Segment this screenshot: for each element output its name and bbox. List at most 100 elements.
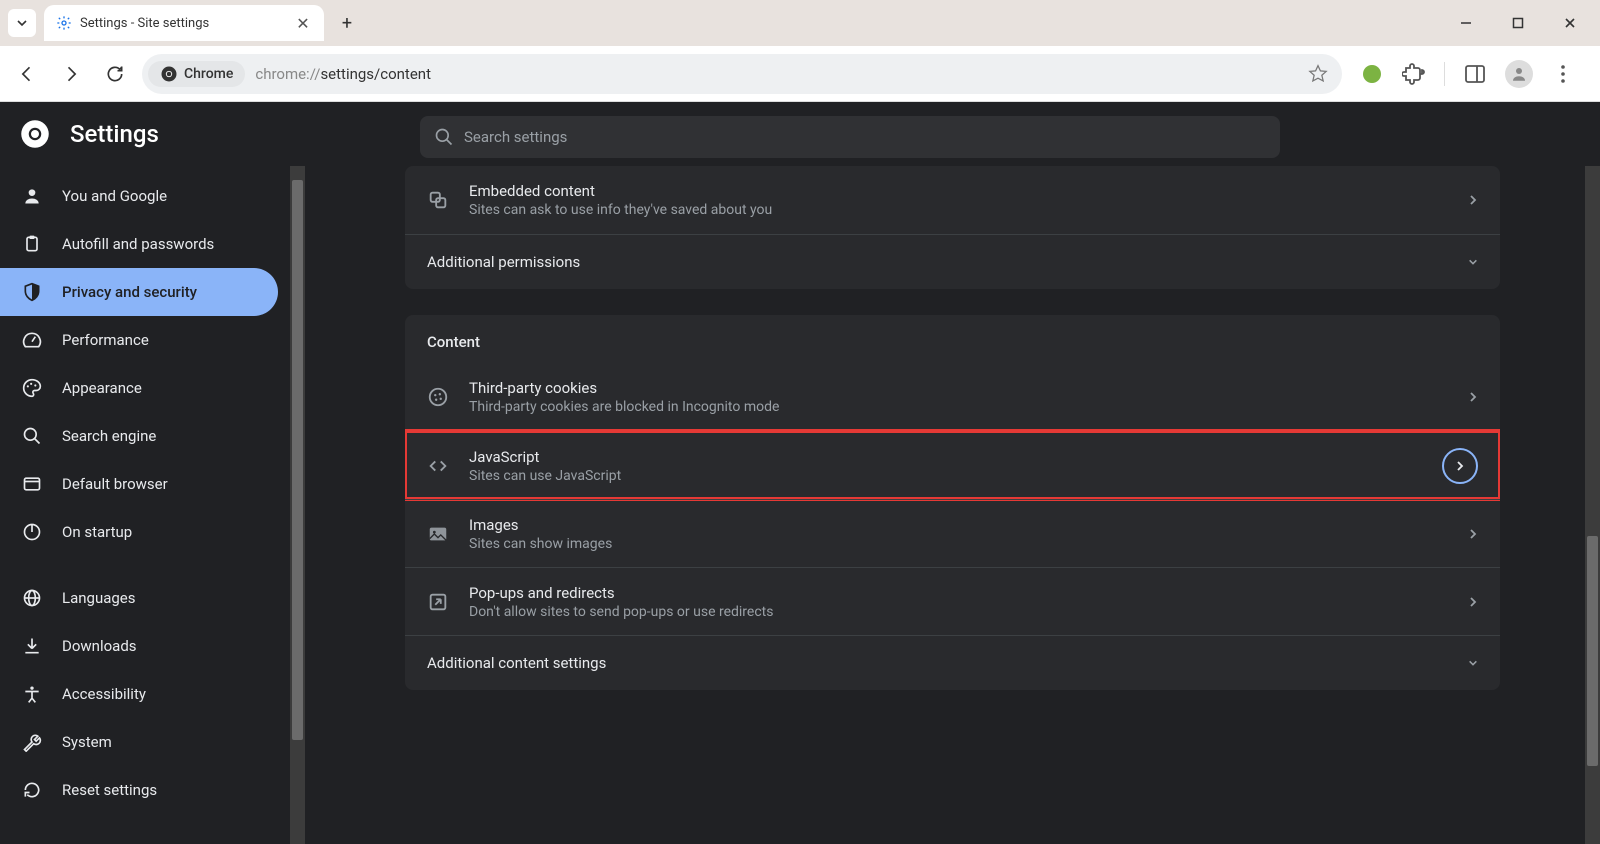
chevron-down-icon [1468, 257, 1478, 267]
sidebar-item-privacy[interactable]: Privacy and security [0, 268, 278, 316]
sidebar: You and Google Autofill and passwords Pr… [0, 166, 290, 844]
search-icon [434, 127, 454, 147]
sidebar-item-reset[interactable]: Reset settings [0, 766, 278, 814]
row-additional-permissions[interactable]: Additional permissions [405, 234, 1500, 289]
wrench-icon [22, 732, 42, 752]
row-additional-content[interactable]: Additional content settings [405, 635, 1500, 690]
chevron-right-icon [1468, 529, 1478, 539]
side-panel-icon[interactable] [1463, 62, 1487, 86]
chrome-icon [160, 65, 178, 83]
reload-button[interactable] [98, 57, 132, 91]
chevron-right-icon [1455, 461, 1465, 471]
row-popups[interactable]: Pop-ups and redirects Don't allow sites t… [405, 567, 1500, 635]
extensions-icon[interactable] [1402, 62, 1426, 86]
clipboard-icon [22, 234, 42, 254]
tabs-dropdown[interactable] [8, 9, 36, 37]
sidebar-item-label: Default browser [62, 475, 168, 493]
row-subtitle: Don't allow sites to send pop-ups or use… [469, 604, 1448, 620]
power-icon [22, 522, 42, 542]
sidebar-item-label: Languages [62, 589, 136, 607]
sidebar-item-default-browser[interactable]: Default browser [0, 460, 278, 508]
sidebar-item-label: Appearance [62, 379, 142, 397]
sidebar-item-label: Accessibility [62, 685, 146, 703]
main-scrollbar[interactable] [1585, 166, 1600, 844]
chevron-down-icon [16, 17, 28, 29]
tab-close-button[interactable]: ✕ [294, 14, 312, 32]
row-arrow-button[interactable] [1442, 448, 1478, 484]
close-window-button[interactable] [1556, 9, 1584, 37]
tab-strip: Settings - Site settings ✕ + [0, 0, 1600, 46]
sidebar-item-accessibility[interactable]: Accessibility [0, 670, 278, 718]
browser-tab[interactable]: Settings - Site settings ✕ [44, 5, 324, 41]
row-javascript[interactable]: JavaScript Sites can use JavaScript [405, 431, 1500, 499]
search-input[interactable] [464, 128, 1266, 146]
address-bar[interactable]: Chrome chrome://settings/content [142, 54, 1342, 94]
row-third-party-cookies[interactable]: Third-party cookies Third-party cookies a… [405, 363, 1500, 431]
profile-avatar[interactable] [1505, 60, 1533, 88]
separator [1444, 62, 1445, 86]
chevron-right-icon [1468, 597, 1478, 607]
chevron-right-icon [1468, 392, 1478, 402]
sidebar-item-label: Reset settings [62, 781, 157, 799]
chrome-chip[interactable]: Chrome [148, 61, 245, 87]
row-images[interactable]: ImagesSites can show images [405, 499, 1500, 567]
search-icon [22, 426, 42, 446]
row-title: JavaScript [469, 448, 1422, 466]
row-subtitle: Sites can use JavaScript [469, 468, 1422, 484]
sidebar-item-languages[interactable]: Languages [0, 574, 278, 622]
row-subtitle: Third-party cookies are blocked in Incog… [469, 399, 1448, 415]
speed-icon [22, 330, 42, 350]
main-content: Embedded contentSites can ask to use inf… [305, 166, 1600, 844]
sidebar-scrollbar[interactable] [290, 166, 305, 844]
chrome-logo-icon [20, 119, 50, 149]
url-text: chrome://settings/content [255, 65, 431, 83]
row-title: Pop-ups and redirects [469, 584, 1448, 602]
new-tab-button[interactable]: + [332, 8, 362, 38]
back-button[interactable] [10, 57, 44, 91]
row-subtitle: Sites can ask to use info they've saved … [469, 202, 1448, 218]
sidebar-item-label: Performance [62, 331, 149, 349]
person-icon [22, 186, 42, 206]
row-embedded-content[interactable]: Embedded contentSites can ask to use inf… [405, 166, 1500, 234]
image-icon [427, 523, 449, 545]
sidebar-item-label: Autofill and passwords [62, 235, 214, 253]
settings-title: Settings [70, 120, 159, 148]
scrollbar-thumb[interactable] [292, 180, 303, 740]
palette-icon [22, 378, 42, 398]
globe-icon [22, 588, 42, 608]
chevron-right-icon [1468, 195, 1478, 205]
row-title: Third-party cookies [469, 379, 1448, 397]
window-controls [1452, 9, 1592, 37]
embed-icon [427, 189, 449, 211]
sidebar-item-search-engine[interactable]: Search engine [0, 412, 278, 460]
sidebar-item-performance[interactable]: Performance [0, 316, 278, 364]
sidebar-item-autofill[interactable]: Autofill and passwords [0, 220, 278, 268]
search-settings-box[interactable] [420, 116, 1280, 158]
sidebar-item-system[interactable]: System [0, 718, 278, 766]
maximize-button[interactable] [1504, 9, 1532, 37]
minimize-button[interactable] [1452, 9, 1480, 37]
sidebar-item-label: Downloads [62, 637, 137, 655]
sidebar-item-label: You and Google [62, 187, 167, 205]
row-title: Images [469, 516, 1448, 534]
menu-icon[interactable] [1551, 62, 1575, 86]
settings-app: Settings You and Google Autofill and pas… [0, 102, 1600, 844]
chrome-chip-label: Chrome [184, 66, 233, 82]
accessibility-icon [22, 684, 42, 704]
section-title-content: Content [405, 315, 1500, 363]
shield-icon [22, 282, 42, 302]
sidebar-item-downloads[interactable]: Downloads [0, 622, 278, 670]
sidebar-item-on-startup[interactable]: On startup [0, 508, 278, 556]
sidebar-item-label: Privacy and security [62, 283, 197, 301]
person-icon [1510, 65, 1528, 83]
sidebar-item-you-and-google[interactable]: You and Google [0, 172, 278, 220]
sidebar-item-appearance[interactable]: Appearance [0, 364, 278, 412]
sidebar-item-label: On startup [62, 523, 132, 541]
scrollbar-thumb[interactable] [1587, 536, 1598, 766]
extension-icon-1[interactable] [1360, 62, 1384, 86]
forward-button[interactable] [54, 57, 88, 91]
cookie-icon [427, 386, 449, 408]
bookmark-star-icon[interactable] [1308, 64, 1328, 84]
toolbar-right [1352, 60, 1575, 88]
sidebar-item-label: Search engine [62, 427, 156, 445]
